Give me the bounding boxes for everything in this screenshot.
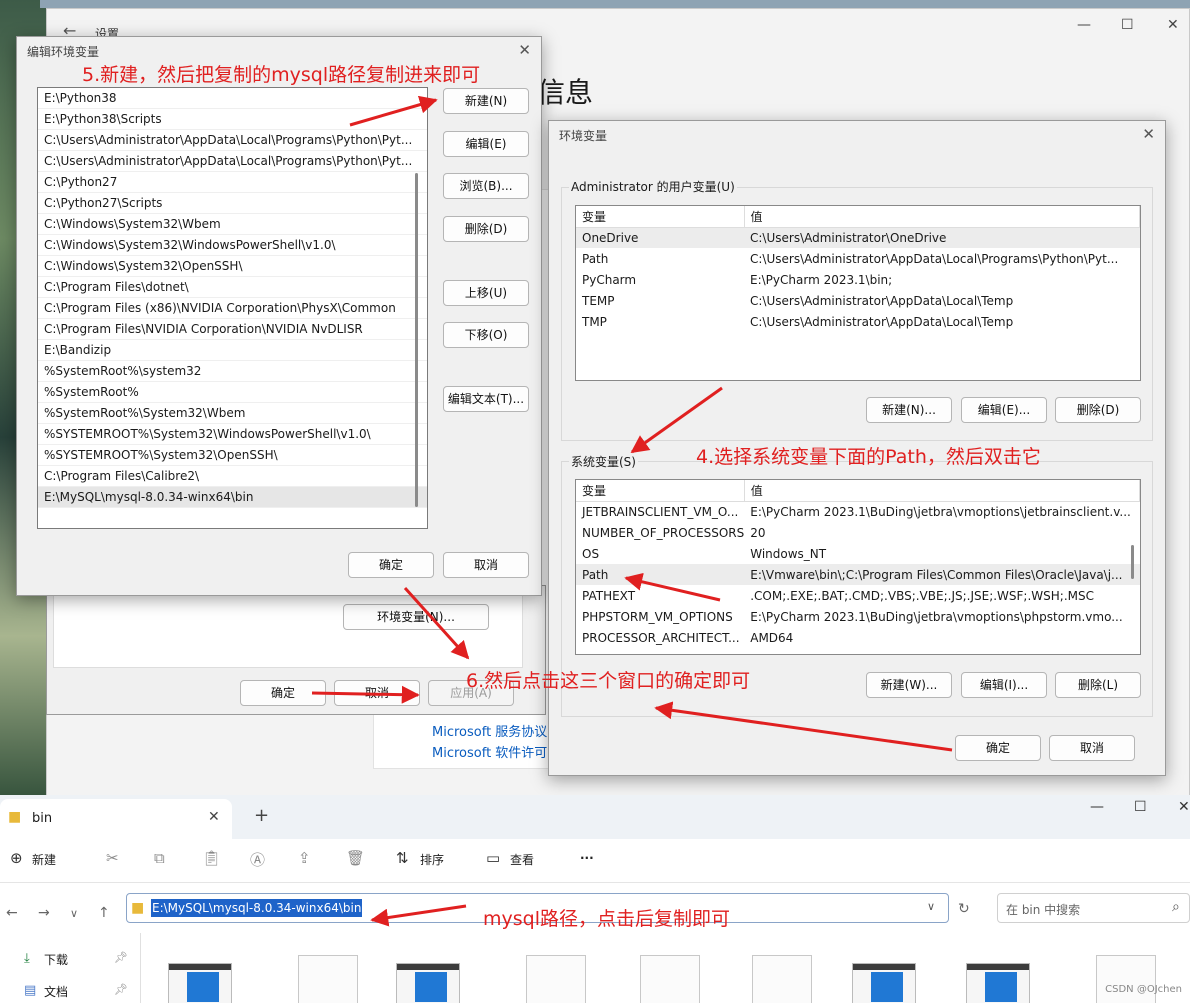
arrow-address: [370, 904, 467, 927]
annotation-step5: 5.新建，然后把复制的mysql路径复制进来即可: [82, 64, 481, 86]
annotation-step4: 4.选择系统变量下面的Path，然后双击它: [696, 446, 1041, 468]
arrow-ok1: [311, 685, 420, 704]
arrow-step6: [403, 586, 470, 660]
arrow-step5: [349, 95, 438, 127]
annotation-arrows: [311, 95, 953, 927]
annotation-mysql-path: mysql路径，点击后复制即可: [483, 908, 730, 930]
annotation-step6: 6.然后点击这三个窗口的确定即可: [466, 670, 751, 692]
arrow-path-row: [624, 572, 721, 602]
arrow-ok3: [654, 701, 953, 752]
